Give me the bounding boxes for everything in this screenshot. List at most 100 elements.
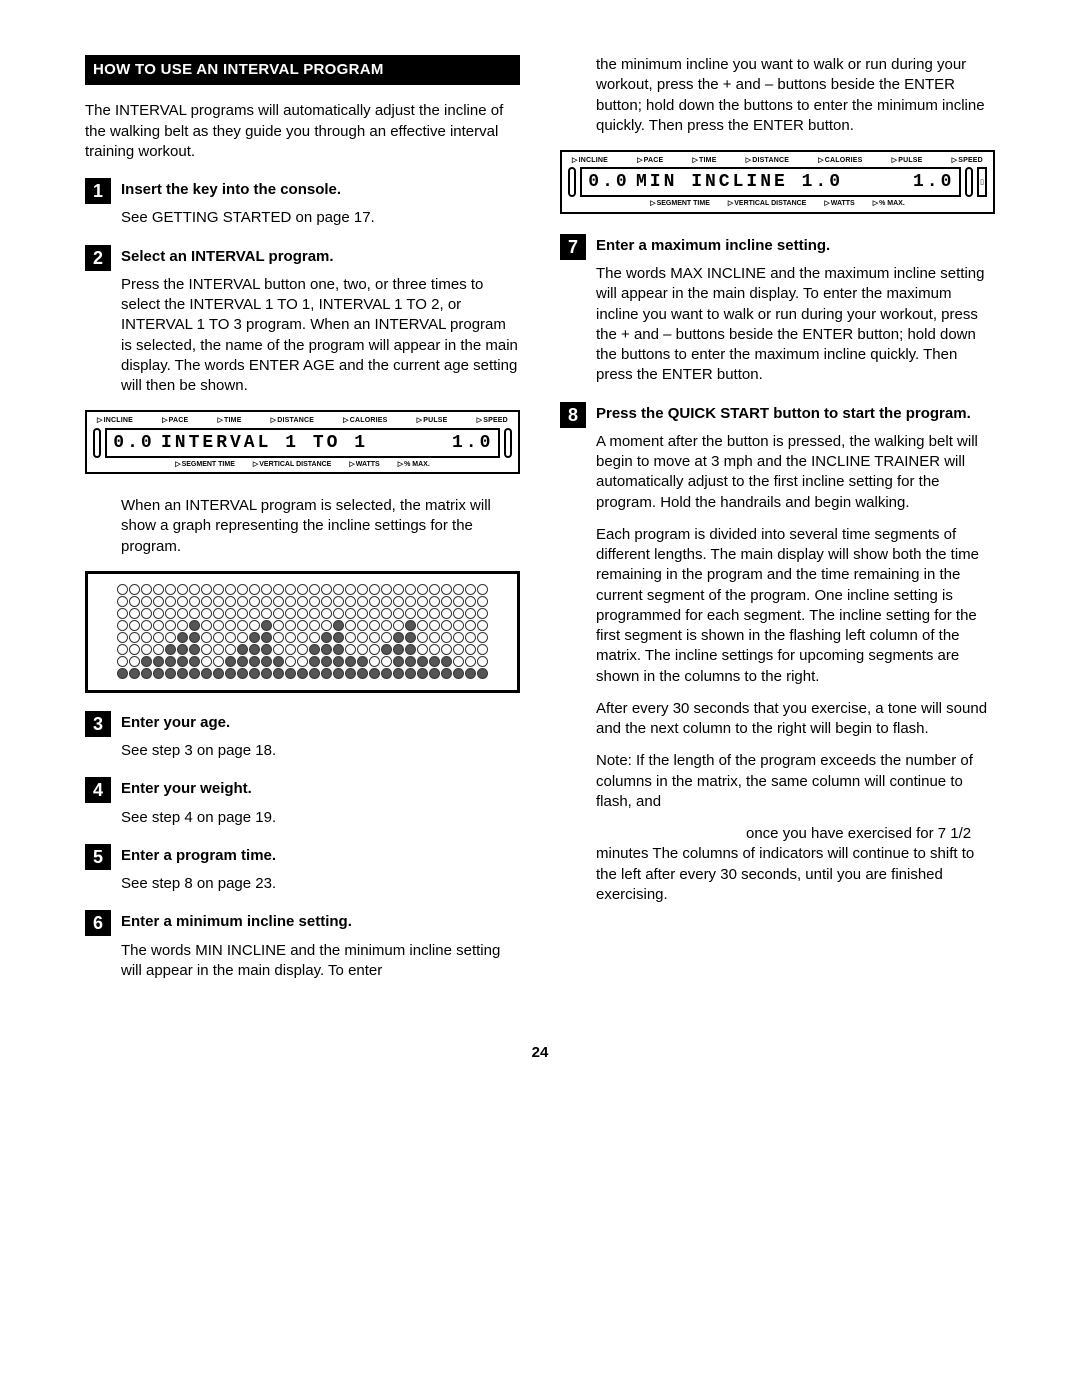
matrix-dot: [225, 620, 236, 631]
lcd-value-right: 1.0: [452, 431, 492, 455]
matrix-dot: [213, 584, 224, 595]
matrix-dot: [141, 620, 152, 631]
matrix-dot: [117, 596, 128, 607]
lcd-bottom-labels: SEGMENT TIME VERTICAL DISTANCE WATTS % M…: [93, 458, 512, 470]
matrix-dot: [129, 620, 140, 631]
matrix-dot: [165, 632, 176, 643]
matrix-dot: [225, 608, 236, 619]
matrix-dot: [477, 620, 488, 631]
matrix-dot: [381, 656, 392, 667]
matrix-dot: [381, 644, 392, 655]
matrix-dot: [441, 644, 452, 655]
matrix-dot: [429, 668, 440, 679]
matrix-dot: [225, 668, 236, 679]
matrix-dot: [273, 632, 284, 643]
matrix-dot: [381, 620, 392, 631]
matrix-dot: [141, 584, 152, 595]
matrix-dot: [357, 668, 368, 679]
matrix-dot: [189, 620, 200, 631]
matrix-dot: [153, 656, 164, 667]
lcd-label: WATTS: [824, 199, 854, 208]
matrix-dot: [477, 632, 488, 643]
matrix-dot: [177, 584, 188, 595]
matrix-dot: [189, 584, 200, 595]
matrix-dot: [273, 656, 284, 667]
matrix-dot: [129, 608, 140, 619]
matrix-dot: [333, 656, 344, 667]
matrix-dot: [249, 596, 260, 607]
matrix-dot: [213, 608, 224, 619]
matrix-dot: [189, 632, 200, 643]
matrix-dot: [465, 596, 476, 607]
lcd-label: SEGMENT TIME: [175, 460, 235, 469]
matrix-dot: [369, 632, 380, 643]
lcd-label: VERTICAL DISTANCE: [253, 460, 331, 469]
matrix-dot: [309, 620, 320, 631]
step-body: A moment after the button is pressed, th…: [596, 432, 995, 513]
step-body: See step 3 on page 18.: [121, 741, 520, 761]
lcd-label: TIME: [217, 416, 241, 425]
matrix-dot: [285, 584, 296, 595]
matrix-dot: [405, 656, 416, 667]
matrix-dot: [417, 632, 428, 643]
matrix-dot: [141, 596, 152, 607]
lcd-label: CALORIES: [343, 416, 387, 425]
matrix-dot: [297, 668, 308, 679]
matrix-dot: [417, 620, 428, 631]
lcd-display-min-incline: INCLINE PACE TIME DISTANCE CALORIES PULS…: [560, 150, 995, 214]
matrix-dot: [153, 668, 164, 679]
matrix-dot: [177, 632, 188, 643]
matrix-dot: [273, 596, 284, 607]
step-5: 5 Enter a program time. See step 8 on pa…: [85, 846, 520, 895]
matrix-dot: [393, 644, 404, 655]
matrix-dot: [429, 620, 440, 631]
lcd-screen: 0.0 INTERVAL 1 TO 1 1.0: [105, 428, 500, 458]
lcd-value-center: MIN INCLINE 1.0: [630, 170, 913, 194]
matrix-dot: [393, 668, 404, 679]
matrix-dot: [357, 644, 368, 655]
matrix-dot: [249, 620, 260, 631]
matrix-dot: [477, 668, 488, 679]
matrix-dot: [297, 584, 308, 595]
lcd-label: PACE: [637, 156, 663, 165]
matrix-dot: [357, 632, 368, 643]
matrix-dot: [141, 632, 152, 643]
step-title: Select an INTERVAL program.: [121, 247, 520, 267]
matrix-dot: [225, 632, 236, 643]
matrix-dot: [453, 644, 464, 655]
lcd-value-right: 1.0: [913, 170, 953, 194]
matrix-dot: [321, 608, 332, 619]
step-1: 1 Insert the key into the console. See G…: [85, 180, 520, 229]
step-number-icon: 6: [85, 910, 111, 936]
matrix-dot: [249, 632, 260, 643]
matrix-dot: [429, 608, 440, 619]
matrix-dot: [297, 656, 308, 667]
matrix-dot: [165, 608, 176, 619]
lcd-label: INCLINE: [97, 416, 133, 425]
step-body: The words MAX INCLINE and the maximum in…: [596, 264, 995, 386]
step-title: Enter your age.: [121, 713, 520, 733]
matrix-dot: [117, 644, 128, 655]
matrix-dot: [213, 656, 224, 667]
matrix-dot: [249, 644, 260, 655]
right-column: the minimum incline you want to walk or …: [560, 55, 995, 993]
matrix-dot: [309, 644, 320, 655]
matrix-dot: [309, 656, 320, 667]
matrix-dot: [165, 596, 176, 607]
matrix-dot: [357, 608, 368, 619]
step6-continuation: the minimum incline you want to walk or …: [596, 55, 995, 136]
step-number-icon: 2: [85, 245, 111, 271]
matrix-dot: [201, 620, 212, 631]
matrix-dot: [321, 584, 332, 595]
matrix-dot: [345, 608, 356, 619]
matrix-dot: [273, 620, 284, 631]
matrix-dot: [393, 596, 404, 607]
step-body: Press the INTERVAL button one, two, or t…: [121, 275, 520, 397]
matrix-dot: [381, 596, 392, 607]
matrix-dot: [333, 596, 344, 607]
lcd-display-interval: INCLINE PACE TIME DISTANCE CALORIES PULS…: [85, 410, 520, 474]
matrix-dot: [177, 668, 188, 679]
matrix-dot: [153, 584, 164, 595]
matrix-dot: [417, 584, 428, 595]
matrix-dot: [477, 608, 488, 619]
